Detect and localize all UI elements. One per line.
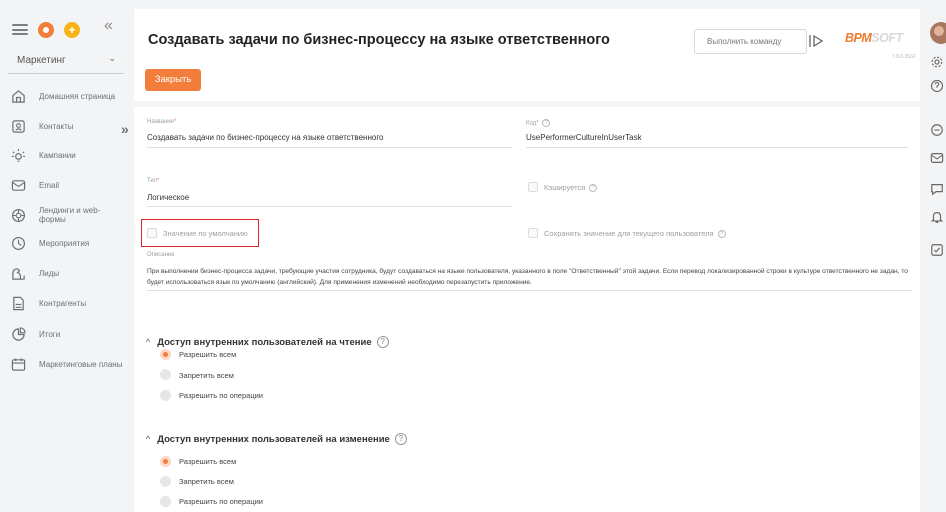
collapse-icon[interactable]: « — [104, 17, 113, 35]
type-field-underline — [147, 206, 512, 207]
sidebar-item-label: Email — [39, 181, 60, 190]
read-by-operation-radio[interactable] — [160, 390, 171, 401]
read-deny-all-label: Запретить всем — [179, 371, 234, 380]
sidebar-item-dashboards[interactable]: Итоги — [11, 327, 126, 342]
type-field-label: Тип* — [147, 178, 160, 184]
workspace-select[interactable]: Маркетинг ⌄ — [8, 50, 124, 74]
events-icon — [11, 236, 26, 251]
sidebar-item-label: Кампании — [39, 151, 76, 160]
sidebar-item-label: Мероприятия — [39, 239, 90, 248]
version-label: 7.8.0.3562 — [892, 54, 916, 60]
chevron-down-icon: ⌄ — [108, 53, 116, 63]
type-field[interactable]: Логическое — [147, 193, 189, 202]
bell-icon[interactable] — [930, 210, 944, 224]
dashboards-icon — [12, 327, 26, 341]
menu-icon[interactable] — [12, 24, 28, 35]
read-allow-all-radio[interactable] — [160, 349, 171, 360]
right-toolbar — [924, 0, 946, 512]
tasks-icon[interactable] — [930, 243, 944, 257]
toolbar-divider — [134, 101, 920, 107]
default-value-checkbox[interactable] — [147, 228, 157, 238]
contacts-icon — [12, 120, 25, 133]
sidebar-item-contacts[interactable]: Контакты — [11, 119, 126, 134]
edit-access-section-title[interactable]: ^ Доступ внутренних пользователей на изм… — [146, 433, 407, 445]
sidebar-item-label: Итоги — [39, 330, 61, 339]
sidebar-item-accounts[interactable]: Контрагенты — [11, 296, 126, 311]
calendar-icon — [11, 358, 26, 371]
landing-icon — [11, 208, 26, 222]
sidebar-item-email[interactable]: Email — [11, 178, 126, 193]
sidebar-item-label: Маркетинговые планы — [39, 360, 123, 369]
read-access-section-title[interactable]: ^ Доступ внутренних пользователей на чте… — [146, 336, 389, 348]
read-by-operation-label: Разрешить по операции — [179, 391, 263, 400]
help-icon[interactable]: ? — [717, 230, 726, 239]
sidebar-item-label: Контрагенты — [39, 299, 87, 308]
sidebar-item-label: Лендинги и web-формы — [39, 206, 101, 224]
description-field[interactable]: При выполнении бизнес-процесса задачи, т… — [147, 266, 912, 288]
code-field-underline — [526, 147, 908, 148]
read-allow-all-label: Разрешить всем — [179, 350, 237, 359]
leads-icon — [12, 268, 25, 280]
sidebar-item-label: Домашняя страница — [39, 92, 116, 101]
close-button[interactable]: Закрыть — [145, 69, 201, 91]
description-underline — [147, 290, 912, 291]
sidebar-item-label: Контакты — [39, 122, 74, 131]
sidebar-item-events[interactable]: Мероприятия — [11, 236, 126, 251]
add-icon[interactable]: + — [64, 22, 80, 38]
edit-allow-all-radio[interactable] — [160, 456, 171, 467]
read-deny-all-radio[interactable] — [160, 369, 171, 380]
home-icon — [12, 90, 25, 103]
sidebar-item-label: Лиды — [39, 269, 60, 278]
message-icon[interactable] — [930, 182, 944, 196]
edit-allow-all-label: Разрешить всем — [179, 457, 237, 466]
cached-checkbox[interactable] — [528, 182, 538, 192]
cached-label: Кэшируется ? — [544, 183, 598, 193]
campaigns-icon — [11, 148, 26, 162]
workspace-label: Маркетинг — [17, 55, 66, 66]
name-field[interactable]: Создавать задачи по бизнес-процессу на я… — [147, 133, 384, 142]
name-field-underline — [147, 147, 512, 148]
sidebar-item-campaigns[interactable]: Кампании — [11, 148, 126, 163]
save-for-user-label: Сохранять значение для текущего пользова… — [544, 229, 726, 239]
avatar[interactable] — [930, 22, 946, 44]
sidebar: + « Маркетинг ⌄ Домашняя страница Контак… — [0, 0, 133, 512]
logo-orange: BPM — [845, 31, 872, 45]
command-input[interactable]: Выполнить команду — [694, 29, 807, 54]
sidebar-item-home[interactable]: Домашняя страница — [11, 89, 126, 104]
gear-icon[interactable] — [930, 55, 944, 69]
page-title: Создавать задачи по бизнес-процессу на я… — [148, 32, 610, 48]
description-label: Описание — [147, 252, 175, 258]
help-icon[interactable] — [930, 79, 944, 93]
name-field-label: Название* — [147, 119, 177, 125]
sidebar-item-landings[interactable]: Лендинги и web-формы — [11, 206, 126, 224]
sidebar-item-marketing-plans[interactable]: Маркетинговые планы — [11, 357, 126, 372]
sidebar-item-leads[interactable]: Лиды — [11, 266, 126, 281]
app-logo-icon[interactable] — [38, 22, 54, 38]
accounts-icon — [13, 296, 24, 311]
help-icon[interactable]: ? — [394, 433, 407, 445]
chevron-up-icon: ^ — [146, 434, 151, 444]
email-icon — [11, 180, 26, 191]
save-for-user-checkbox[interactable] — [528, 228, 538, 238]
email-icon[interactable] — [930, 151, 944, 165]
chevron-up-icon: ^ — [146, 337, 151, 347]
edit-by-operation-radio[interactable] — [160, 496, 171, 507]
expand-icon[interactable]: » — [121, 121, 129, 137]
default-value-label: Значение по умолчанию — [163, 229, 248, 238]
help-icon[interactable]: ? — [589, 184, 598, 193]
edit-deny-all-radio[interactable] — [160, 476, 171, 487]
code-field[interactable]: UsePerformerCultureInUserTask — [526, 133, 642, 142]
help-icon[interactable]: ? — [376, 336, 389, 348]
main-panel: Создавать задачи по бизнес-процессу на я… — [121, 9, 920, 512]
edit-by-operation-label: Разрешить по операции — [179, 497, 263, 506]
bpmsoft-logo: BPMSOFT — [845, 31, 903, 45]
run-command-icon[interactable] — [809, 33, 825, 49]
help-icon[interactable]: ? — [542, 119, 551, 127]
edit-deny-all-label: Запретить всем — [179, 477, 234, 486]
chat-icon[interactable] — [930, 123, 944, 137]
logo-grey: SOFT — [871, 31, 903, 45]
code-field-label: Код* ? — [526, 119, 551, 127]
